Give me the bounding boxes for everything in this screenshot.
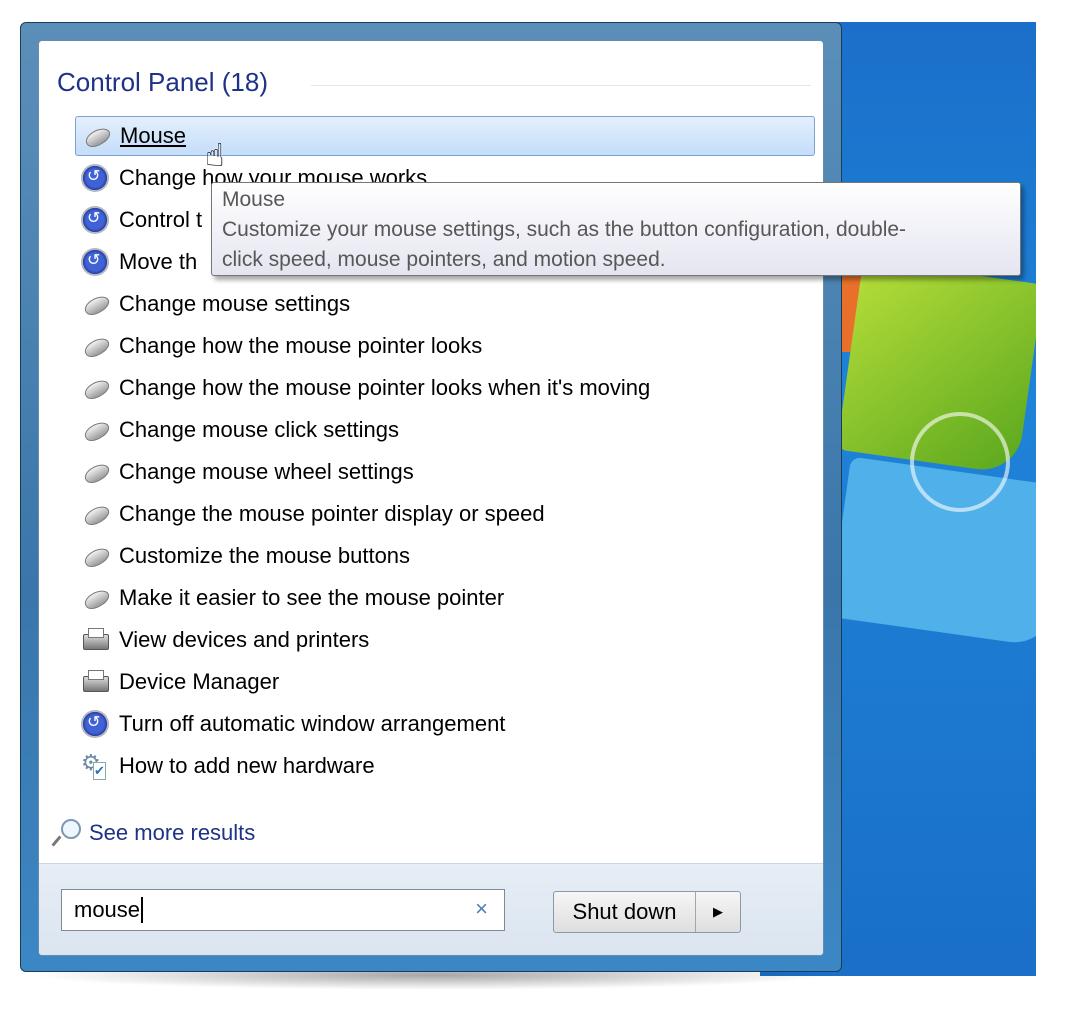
mouse-icon bbox=[81, 290, 109, 318]
result-item[interactable]: View devices and printers bbox=[75, 620, 815, 660]
ease-of-access-icon bbox=[81, 248, 109, 276]
ease-of-access-icon bbox=[81, 710, 109, 738]
mouse-icon bbox=[81, 332, 109, 360]
mouse-icon bbox=[81, 542, 109, 570]
clear-search-icon[interactable]: × bbox=[475, 896, 488, 922]
mouse-icon bbox=[81, 374, 109, 402]
hardware-icon bbox=[81, 750, 109, 780]
results-group-header: Control Panel (18) bbox=[57, 67, 268, 97]
shutdown-button[interactable]: Shut down bbox=[554, 892, 696, 932]
start-menu-results-panel: Control Panel (18) MouseChange how your … bbox=[38, 40, 824, 956]
tooltip-description-line2: click speed, mouse pointers, and motion … bbox=[222, 248, 666, 271]
hand-cursor-icon: ☝ bbox=[205, 136, 225, 174]
result-label: Turn off automatic window arrangement bbox=[119, 711, 506, 736]
shutdown-button-group: Shut down ▶ bbox=[553, 891, 741, 933]
tooltip-description-line1: Customize your mouse settings, such as t… bbox=[222, 218, 907, 241]
mouse-icon bbox=[81, 500, 109, 528]
see-more-results-link[interactable]: See more results bbox=[53, 817, 255, 849]
tooltip-title: Mouse bbox=[222, 188, 286, 211]
ease-of-access-icon bbox=[81, 206, 109, 234]
result-label: Change how the mouse pointer looks bbox=[119, 333, 483, 358]
result-label: View devices and printers bbox=[119, 627, 370, 652]
result-item[interactable]: Device Manager bbox=[75, 662, 815, 702]
result-label: Move th bbox=[119, 249, 198, 274]
mouse-icon bbox=[81, 458, 109, 486]
wallpaper-glow bbox=[910, 412, 1010, 512]
mouse-icon bbox=[82, 122, 110, 150]
result-item[interactable]: How to add new hardware bbox=[75, 746, 815, 786]
result-label: How to add new hardware bbox=[119, 753, 375, 778]
result-item[interactable]: Change the mouse pointer display or spee… bbox=[75, 494, 815, 534]
result-item[interactable]: Change mouse settings bbox=[75, 284, 815, 324]
result-label: Change how the mouse pointer looks when … bbox=[119, 375, 651, 400]
tooltip: Mouse Customize your mouse settings, suc… bbox=[211, 182, 1021, 276]
result-label: Change the mouse pointer display or spee… bbox=[119, 501, 545, 526]
header-divider bbox=[311, 85, 811, 86]
result-item[interactable]: Change how the mouse pointer looks when … bbox=[75, 368, 815, 408]
mouse-icon bbox=[81, 584, 109, 612]
result-label: Device Manager bbox=[119, 669, 280, 694]
result-label: Customize the mouse buttons bbox=[119, 543, 411, 568]
result-label: Change mouse settings bbox=[119, 291, 351, 316]
result-item[interactable]: Turn off automatic window arrangement bbox=[75, 704, 815, 744]
see-more-label: See more results bbox=[89, 820, 256, 845]
magnifier-icon bbox=[53, 817, 81, 849]
result-item[interactable]: Change mouse wheel settings bbox=[75, 452, 815, 492]
search-value: mouse bbox=[74, 897, 141, 922]
mouse-icon bbox=[81, 416, 109, 444]
result-item[interactable]: Change how the mouse pointer looks bbox=[75, 326, 815, 366]
text-caret bbox=[141, 897, 144, 923]
result-label: Change mouse wheel settings bbox=[119, 459, 414, 484]
result-label: Make it easier to see the mouse pointer bbox=[119, 585, 505, 610]
ease-of-access-icon bbox=[81, 164, 109, 192]
result-item[interactable]: Customize the mouse buttons bbox=[75, 536, 815, 576]
result-label: Control t bbox=[119, 207, 203, 232]
result-item[interactable]: Make it easier to see the mouse pointer bbox=[75, 578, 815, 618]
printer-icon bbox=[81, 626, 109, 654]
result-label: Change mouse click settings bbox=[119, 417, 400, 442]
printer-icon bbox=[81, 668, 109, 696]
search-input[interactable]: mouse × bbox=[61, 889, 505, 931]
result-item[interactable]: Mouse bbox=[75, 116, 815, 156]
result-label: Mouse bbox=[120, 123, 187, 148]
shutdown-options-arrow-icon[interactable]: ▶ bbox=[696, 892, 740, 932]
result-item[interactable]: Change mouse click settings bbox=[75, 410, 815, 450]
